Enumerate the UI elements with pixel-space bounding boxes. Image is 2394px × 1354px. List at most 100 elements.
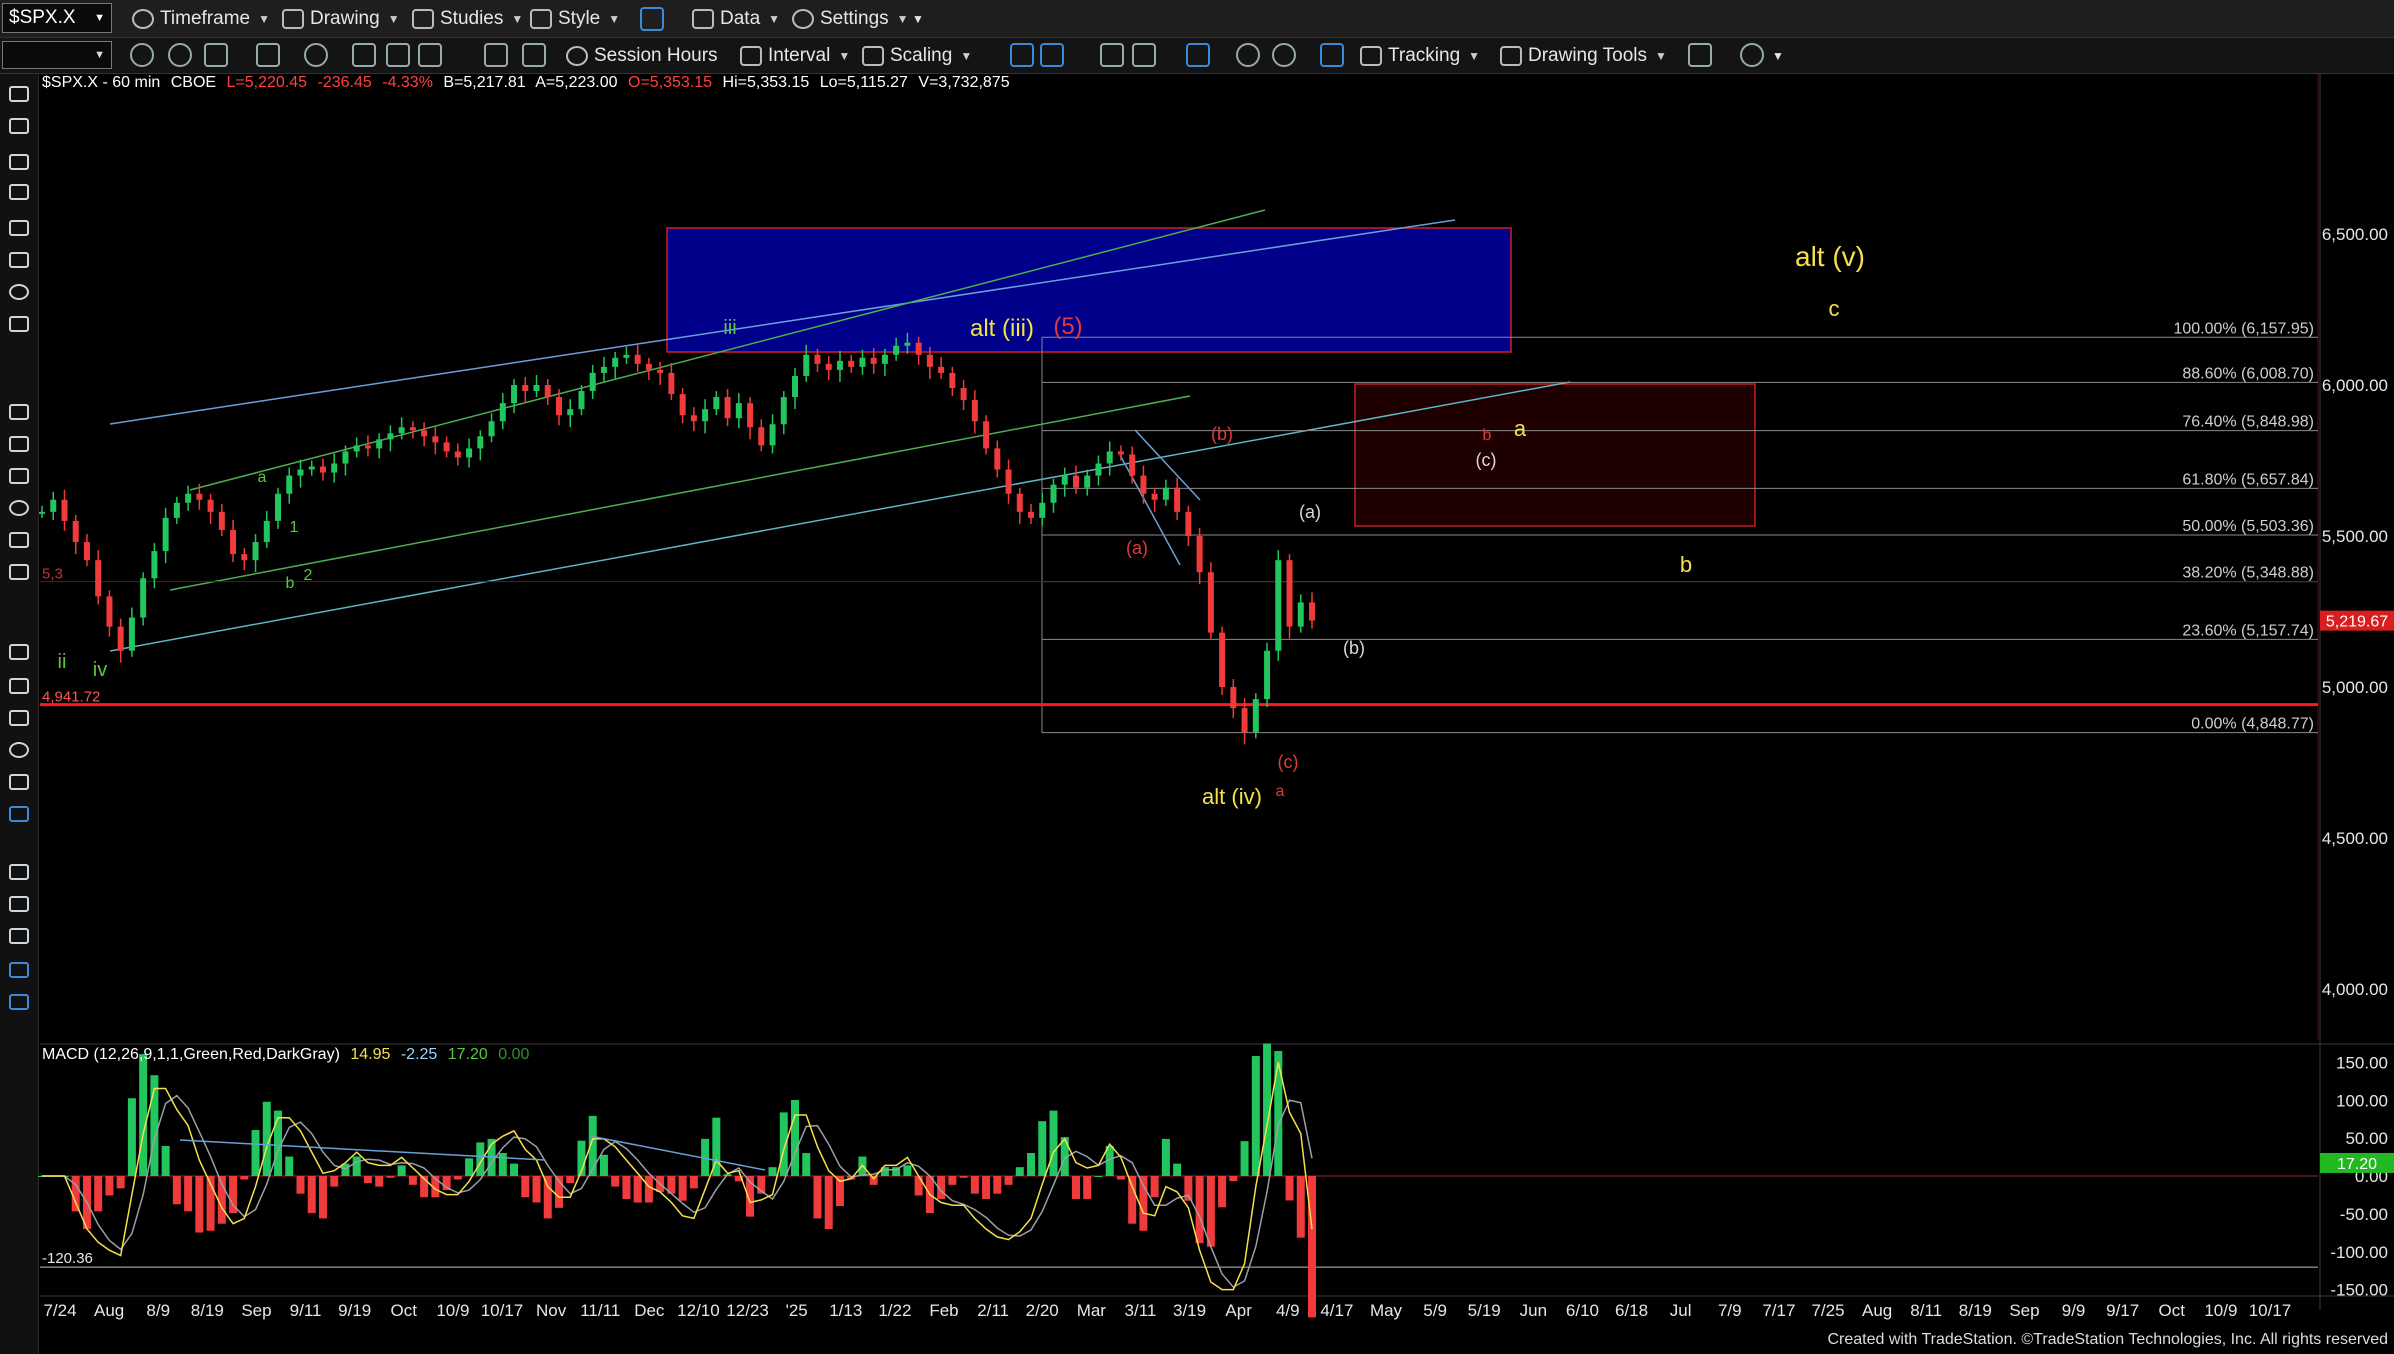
candle-body bbox=[196, 493, 203, 500]
wave-label: (c) bbox=[1278, 752, 1299, 772]
macd-histogram-bar bbox=[869, 1176, 878, 1185]
candle-body bbox=[376, 439, 383, 449]
candle-body bbox=[342, 451, 349, 464]
macd-histogram-bar bbox=[1083, 1176, 1092, 1199]
wave-label: b bbox=[1680, 552, 1692, 577]
macd-histogram-bar bbox=[813, 1176, 822, 1219]
macd-tick-label: 50.00 bbox=[2345, 1129, 2388, 1148]
macd-histogram-bar bbox=[251, 1130, 260, 1176]
candle-body bbox=[61, 499, 68, 521]
candle-body bbox=[679, 394, 686, 416]
left-marker-label: 5,3 bbox=[42, 566, 63, 583]
candle-body bbox=[1196, 536, 1203, 573]
exchange: CBOE bbox=[170, 74, 217, 91]
time-tick-label: 6/18 bbox=[1615, 1301, 1648, 1320]
time-tick-label: 2/11 bbox=[977, 1301, 1009, 1320]
wave-label: ii bbox=[58, 651, 67, 673]
price-chart[interactable]: 6,500.00 6,000.00 5,500.00 5,000.00 4,500.00… bbox=[0, 0, 2394, 1353]
candle-body bbox=[1275, 560, 1282, 651]
candle-body bbox=[499, 403, 506, 422]
candle-body bbox=[533, 385, 540, 392]
wave-label: (b) bbox=[1343, 638, 1365, 658]
macd-histogram-bar bbox=[903, 1165, 912, 1176]
macd-histogram-bar bbox=[127, 1098, 136, 1176]
macd-histogram-bar bbox=[498, 1153, 507, 1176]
macd-histogram-bar bbox=[1161, 1138, 1170, 1176]
time-tick-label: May bbox=[1370, 1301, 1403, 1320]
macd-histogram-bar bbox=[1274, 1051, 1283, 1176]
candle-body bbox=[297, 469, 304, 476]
time-tick-label: Oct bbox=[391, 1301, 418, 1320]
macd-info-bar: MACD (12,26,9,1,1,Green,Red,DarkGray) 14… bbox=[42, 1046, 535, 1064]
time-tick-label: 9/19 bbox=[338, 1301, 371, 1320]
candle-body bbox=[230, 529, 237, 555]
fib-level-label: 76.40% (5,848.98) bbox=[2182, 414, 2314, 431]
macd-histogram-bar bbox=[644, 1176, 653, 1203]
macd-tick-label: -150.00 bbox=[2330, 1281, 2388, 1300]
wave-label: c bbox=[1829, 296, 1840, 321]
macd-histogram-bar bbox=[982, 1176, 991, 1199]
macd-histogram-bar bbox=[363, 1176, 372, 1184]
macd-histogram-bar bbox=[689, 1176, 698, 1189]
candle-body bbox=[668, 372, 675, 395]
macd-value-2: -2.25 bbox=[400, 1046, 438, 1063]
macd-histogram-bar bbox=[1296, 1176, 1305, 1238]
high: Hi=5,353.15 bbox=[722, 74, 810, 91]
fib-level-label: 100.00% (6,157.95) bbox=[2173, 320, 2314, 337]
candle-body bbox=[893, 345, 900, 355]
candle-body bbox=[1151, 493, 1158, 500]
volume: V=3,732,875 bbox=[918, 74, 1010, 91]
candle-body bbox=[724, 397, 731, 419]
low: Lo=5,115.27 bbox=[819, 74, 908, 91]
candle-body bbox=[162, 517, 169, 552]
macd-histogram-bar bbox=[318, 1176, 327, 1219]
wave-label: 2 bbox=[304, 567, 313, 584]
macd-histogram-bar bbox=[408, 1176, 417, 1185]
macd-histogram-bar bbox=[1229, 1176, 1238, 1182]
fib-level-label: 38.20% (5,348.88) bbox=[2182, 565, 2314, 582]
macd-histogram-bar bbox=[161, 1145, 170, 1176]
macd-histogram-bar bbox=[465, 1158, 474, 1176]
macd-histogram-bar bbox=[959, 1176, 968, 1178]
macd-histogram-bar bbox=[1116, 1176, 1125, 1180]
candle-body bbox=[567, 409, 574, 416]
macd-tick-label: -50.00 bbox=[2340, 1205, 2388, 1224]
candle-body bbox=[994, 448, 1001, 470]
macd-histogram-bar bbox=[566, 1176, 575, 1184]
macd-histogram-bar bbox=[1150, 1176, 1159, 1198]
macd-histogram-bar bbox=[1094, 1176, 1103, 1177]
candle-body bbox=[915, 342, 922, 355]
candle-body bbox=[319, 466, 326, 473]
candle-body bbox=[117, 626, 124, 651]
candle-body bbox=[870, 357, 877, 364]
candle-body bbox=[825, 363, 832, 370]
candle-body bbox=[1028, 511, 1035, 518]
candle-body bbox=[600, 366, 607, 373]
candle-body bbox=[780, 397, 787, 425]
percent-change: -4.33% bbox=[382, 74, 433, 91]
candle-body bbox=[241, 554, 248, 561]
macd-histogram-bar bbox=[1071, 1176, 1080, 1199]
time-tick-label: 12/23 bbox=[726, 1301, 769, 1320]
candle-body bbox=[848, 360, 855, 367]
candle-body bbox=[578, 391, 585, 410]
macd-histogram-bar bbox=[1004, 1176, 1013, 1185]
macd-histogram-bar bbox=[453, 1176, 462, 1180]
macd-histogram-bar bbox=[521, 1176, 530, 1198]
candle-body bbox=[589, 372, 596, 392]
candle-body bbox=[1207, 572, 1214, 633]
time-tick-label: 9/9 bbox=[2062, 1301, 2086, 1320]
candle-body bbox=[1174, 487, 1181, 512]
macd-histogram-bar bbox=[1015, 1167, 1024, 1176]
net-change: -236.45 bbox=[317, 74, 372, 91]
macd-value-3: 17.20 bbox=[447, 1046, 488, 1063]
time-tick-label: Jun bbox=[1520, 1301, 1547, 1320]
candle-body bbox=[106, 596, 113, 627]
price-tick-label: 5,500.00 bbox=[2322, 527, 2388, 546]
candle-body bbox=[926, 354, 933, 367]
candle-body bbox=[398, 427, 405, 434]
macd-histogram-bar bbox=[824, 1176, 833, 1230]
candle-body bbox=[1297, 602, 1304, 627]
symbol-desc: $SPX.X - 60 min bbox=[42, 74, 161, 91]
macd-value-4: 0.00 bbox=[498, 1046, 530, 1063]
